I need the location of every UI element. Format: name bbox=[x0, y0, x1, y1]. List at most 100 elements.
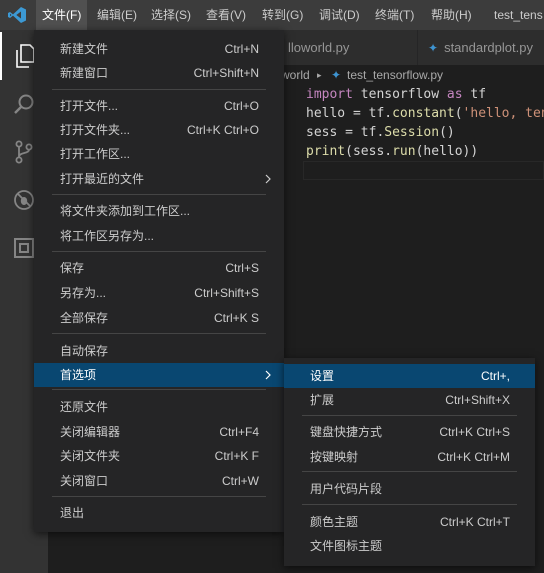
menu-item-label: 退出 bbox=[60, 506, 85, 520]
menu-item-label: 首选项 bbox=[60, 368, 97, 382]
code-token: print bbox=[306, 144, 346, 159]
code-line: hello = tf.constant('hello, tens bbox=[306, 104, 544, 123]
file-menu-item-16[interactable]: 关闭窗口 Ctrl+W bbox=[34, 469, 284, 493]
menu-help[interactable]: 帮助(H) bbox=[425, 0, 478, 30]
menu-item-shortcut: Ctrl+W bbox=[222, 474, 259, 488]
file-menu-item-7[interactable]: 将工作区另存为... bbox=[34, 224, 284, 248]
menu-item-label: 关闭窗口 bbox=[60, 474, 109, 488]
preferences-menu-item-4[interactable]: 用户代码片段 bbox=[284, 477, 535, 501]
code-token: tf bbox=[462, 87, 487, 102]
file-menu-item-10[interactable]: 全部保存 Ctrl+K S bbox=[34, 306, 284, 330]
code-token: (hello)) bbox=[415, 144, 479, 159]
file-menu-item-6[interactable]: 将文件夹添加到工作区... bbox=[34, 199, 284, 223]
menu-item-label: 扩展 bbox=[310, 393, 335, 407]
tab-helloworld[interactable]: lloworld.py bbox=[284, 30, 417, 65]
code-line: sess = tf.Session() bbox=[306, 123, 544, 142]
menu-item-label: 打开文件夹... bbox=[60, 123, 131, 137]
menu-item-shortcut: Ctrl+Shift+S bbox=[194, 286, 259, 300]
preferences-menu-item-2[interactable]: 键盘快捷方式 Ctrl+K Ctrl+S bbox=[284, 420, 535, 444]
menu-item-shortcut: Ctrl+Shift+N bbox=[193, 66, 259, 80]
breadcrumb-folder[interactable]: world bbox=[281, 65, 310, 85]
preferences-submenu: 设置 Ctrl+, 扩展 Ctrl+Shift+X 键盘快捷方式 Ctrl+K Ctrl+… bbox=[284, 358, 535, 566]
menu-item-label: 颜色主题 bbox=[310, 515, 359, 529]
menu-item-label: 关闭文件夹 bbox=[60, 449, 121, 463]
preferences-menu-item-0[interactable]: 设置 Ctrl+, bbox=[284, 364, 535, 388]
menu-file[interactable]: 文件(F) bbox=[36, 0, 88, 30]
file-menu-item-4[interactable]: 打开工作区... bbox=[34, 142, 284, 166]
file-menu-item-9[interactable]: 另存为... Ctrl+Shift+S bbox=[34, 281, 284, 305]
code-token: run bbox=[392, 144, 416, 159]
menu-debug[interactable]: 调试(D) bbox=[313, 0, 366, 30]
menu-item-label: 另存为... bbox=[60, 286, 107, 300]
menu-item-shortcut: Ctrl+K F bbox=[214, 449, 259, 463]
menu-item-label: 自动保存 bbox=[60, 344, 109, 358]
menu-item-label: 打开工作区... bbox=[60, 147, 131, 161]
menu-item-shortcut: Ctrl+N bbox=[224, 42, 259, 56]
file-menu-item-14[interactable]: 关闭编辑器 Ctrl+F4 bbox=[34, 420, 284, 444]
code-token: hello = tf. bbox=[306, 106, 393, 121]
code-token: Session bbox=[384, 125, 440, 140]
python-file-icon: ✦ bbox=[331, 68, 342, 82]
menu-item-shortcut: Ctrl+K Ctrl+O bbox=[186, 123, 259, 137]
menu-item-label: 全部保存 bbox=[60, 311, 109, 325]
file-menu-item-11[interactable]: 自动保存 bbox=[34, 339, 284, 363]
file-menu-item-12[interactable]: 首选项 bbox=[34, 363, 284, 387]
menu-separator bbox=[52, 389, 266, 390]
file-menu-item-13[interactable]: 还原文件 bbox=[34, 395, 284, 419]
code-line: print(sess.run(hello)) bbox=[306, 142, 544, 161]
file-menu-item-3[interactable]: 打开文件夹... Ctrl+K Ctrl+O bbox=[34, 118, 284, 142]
menu-edit[interactable]: 编辑(E) bbox=[91, 0, 143, 30]
code-token: (sess. bbox=[345, 144, 393, 159]
file-menu-item-15[interactable]: 关闭文件夹 Ctrl+K F bbox=[34, 444, 284, 468]
menu-item-shortcut: Ctrl+S bbox=[225, 261, 259, 275]
file-menu-item-1[interactable]: 新建窗口 Ctrl+Shift+N bbox=[34, 61, 284, 85]
menu-item-label: 按键映射 bbox=[310, 450, 359, 464]
menu-go[interactable]: 转到(G) bbox=[256, 0, 309, 30]
code-line: import tensorflow as tf bbox=[306, 85, 544, 104]
menu-item-label: 打开文件... bbox=[60, 99, 119, 113]
preferences-menu-item-3[interactable]: 按键映射 Ctrl+K Ctrl+M bbox=[284, 445, 535, 469]
menu-item-label: 设置 bbox=[310, 369, 335, 383]
menu-item-shortcut: Ctrl+K Ctrl+M bbox=[437, 450, 510, 464]
code-token: 'hello, tens bbox=[462, 106, 544, 121]
code-content[interactable]: import tensorflow as tf hello = tf.consta… bbox=[306, 85, 544, 161]
menu-selection[interactable]: 选择(S) bbox=[145, 0, 197, 30]
code-token: ( bbox=[454, 106, 463, 121]
menu-terminal[interactable]: 终端(T) bbox=[369, 0, 420, 30]
file-menu-item-8[interactable]: 保存 Ctrl+S bbox=[34, 256, 284, 280]
menu-separator bbox=[52, 496, 266, 497]
tab-standardplot[interactable]: ✦ standardplot.py bbox=[418, 30, 544, 65]
menu-item-shortcut: Ctrl+Shift+X bbox=[445, 393, 510, 407]
file-menu-item-2[interactable]: 打开文件... Ctrl+O bbox=[34, 94, 284, 118]
menu-view[interactable]: 查看(V) bbox=[200, 0, 252, 30]
python-file-icon: ✦ bbox=[428, 41, 439, 55]
preferences-menu-item-5[interactable]: 颜色主题 Ctrl+K Ctrl+T bbox=[284, 510, 535, 534]
code-token: as bbox=[446, 87, 463, 102]
file-menu-item-17[interactable]: 退出 bbox=[34, 501, 284, 525]
menu-separator bbox=[302, 504, 517, 505]
menu-separator bbox=[302, 415, 517, 416]
tab-label: standardplot.py bbox=[444, 40, 533, 55]
file-menu: 新建文件 Ctrl+N 新建窗口 Ctrl+Shift+N 打开文件... Ctrl+O 打… bbox=[34, 30, 284, 532]
menu-item-label: 用户代码片段 bbox=[310, 482, 383, 496]
window-title: test_tens bbox=[494, 8, 543, 22]
menu-item-shortcut: Ctrl+K Ctrl+T bbox=[439, 515, 510, 529]
menu-item-label: 还原文件 bbox=[60, 400, 109, 414]
menu-item-shortcut: Ctrl+, bbox=[480, 369, 510, 383]
file-menu-item-5[interactable]: 打开最近的文件 bbox=[34, 167, 284, 191]
chevron-right-icon bbox=[264, 363, 272, 395]
menu-item-label: 关闭编辑器 bbox=[60, 425, 121, 439]
menu-item-label: 键盘快捷方式 bbox=[310, 425, 383, 439]
preferences-menu-item-6[interactable]: 文件图标主题 bbox=[284, 534, 535, 558]
menu-separator bbox=[52, 333, 266, 334]
current-line-highlight bbox=[303, 161, 544, 180]
menu-separator bbox=[52, 194, 266, 195]
preferences-menu-item-1[interactable]: 扩展 Ctrl+Shift+X bbox=[284, 388, 535, 412]
menu-separator bbox=[52, 251, 266, 252]
file-menu-item-0[interactable]: 新建文件 Ctrl+N bbox=[34, 37, 284, 61]
code-token: sess = tf. bbox=[306, 125, 385, 140]
code-token: import bbox=[306, 87, 353, 102]
breadcrumb-file[interactable]: test_tensorflow.py bbox=[347, 65, 443, 85]
menu-item-label: 文件图标主题 bbox=[310, 539, 383, 553]
menu-separator bbox=[52, 89, 266, 90]
